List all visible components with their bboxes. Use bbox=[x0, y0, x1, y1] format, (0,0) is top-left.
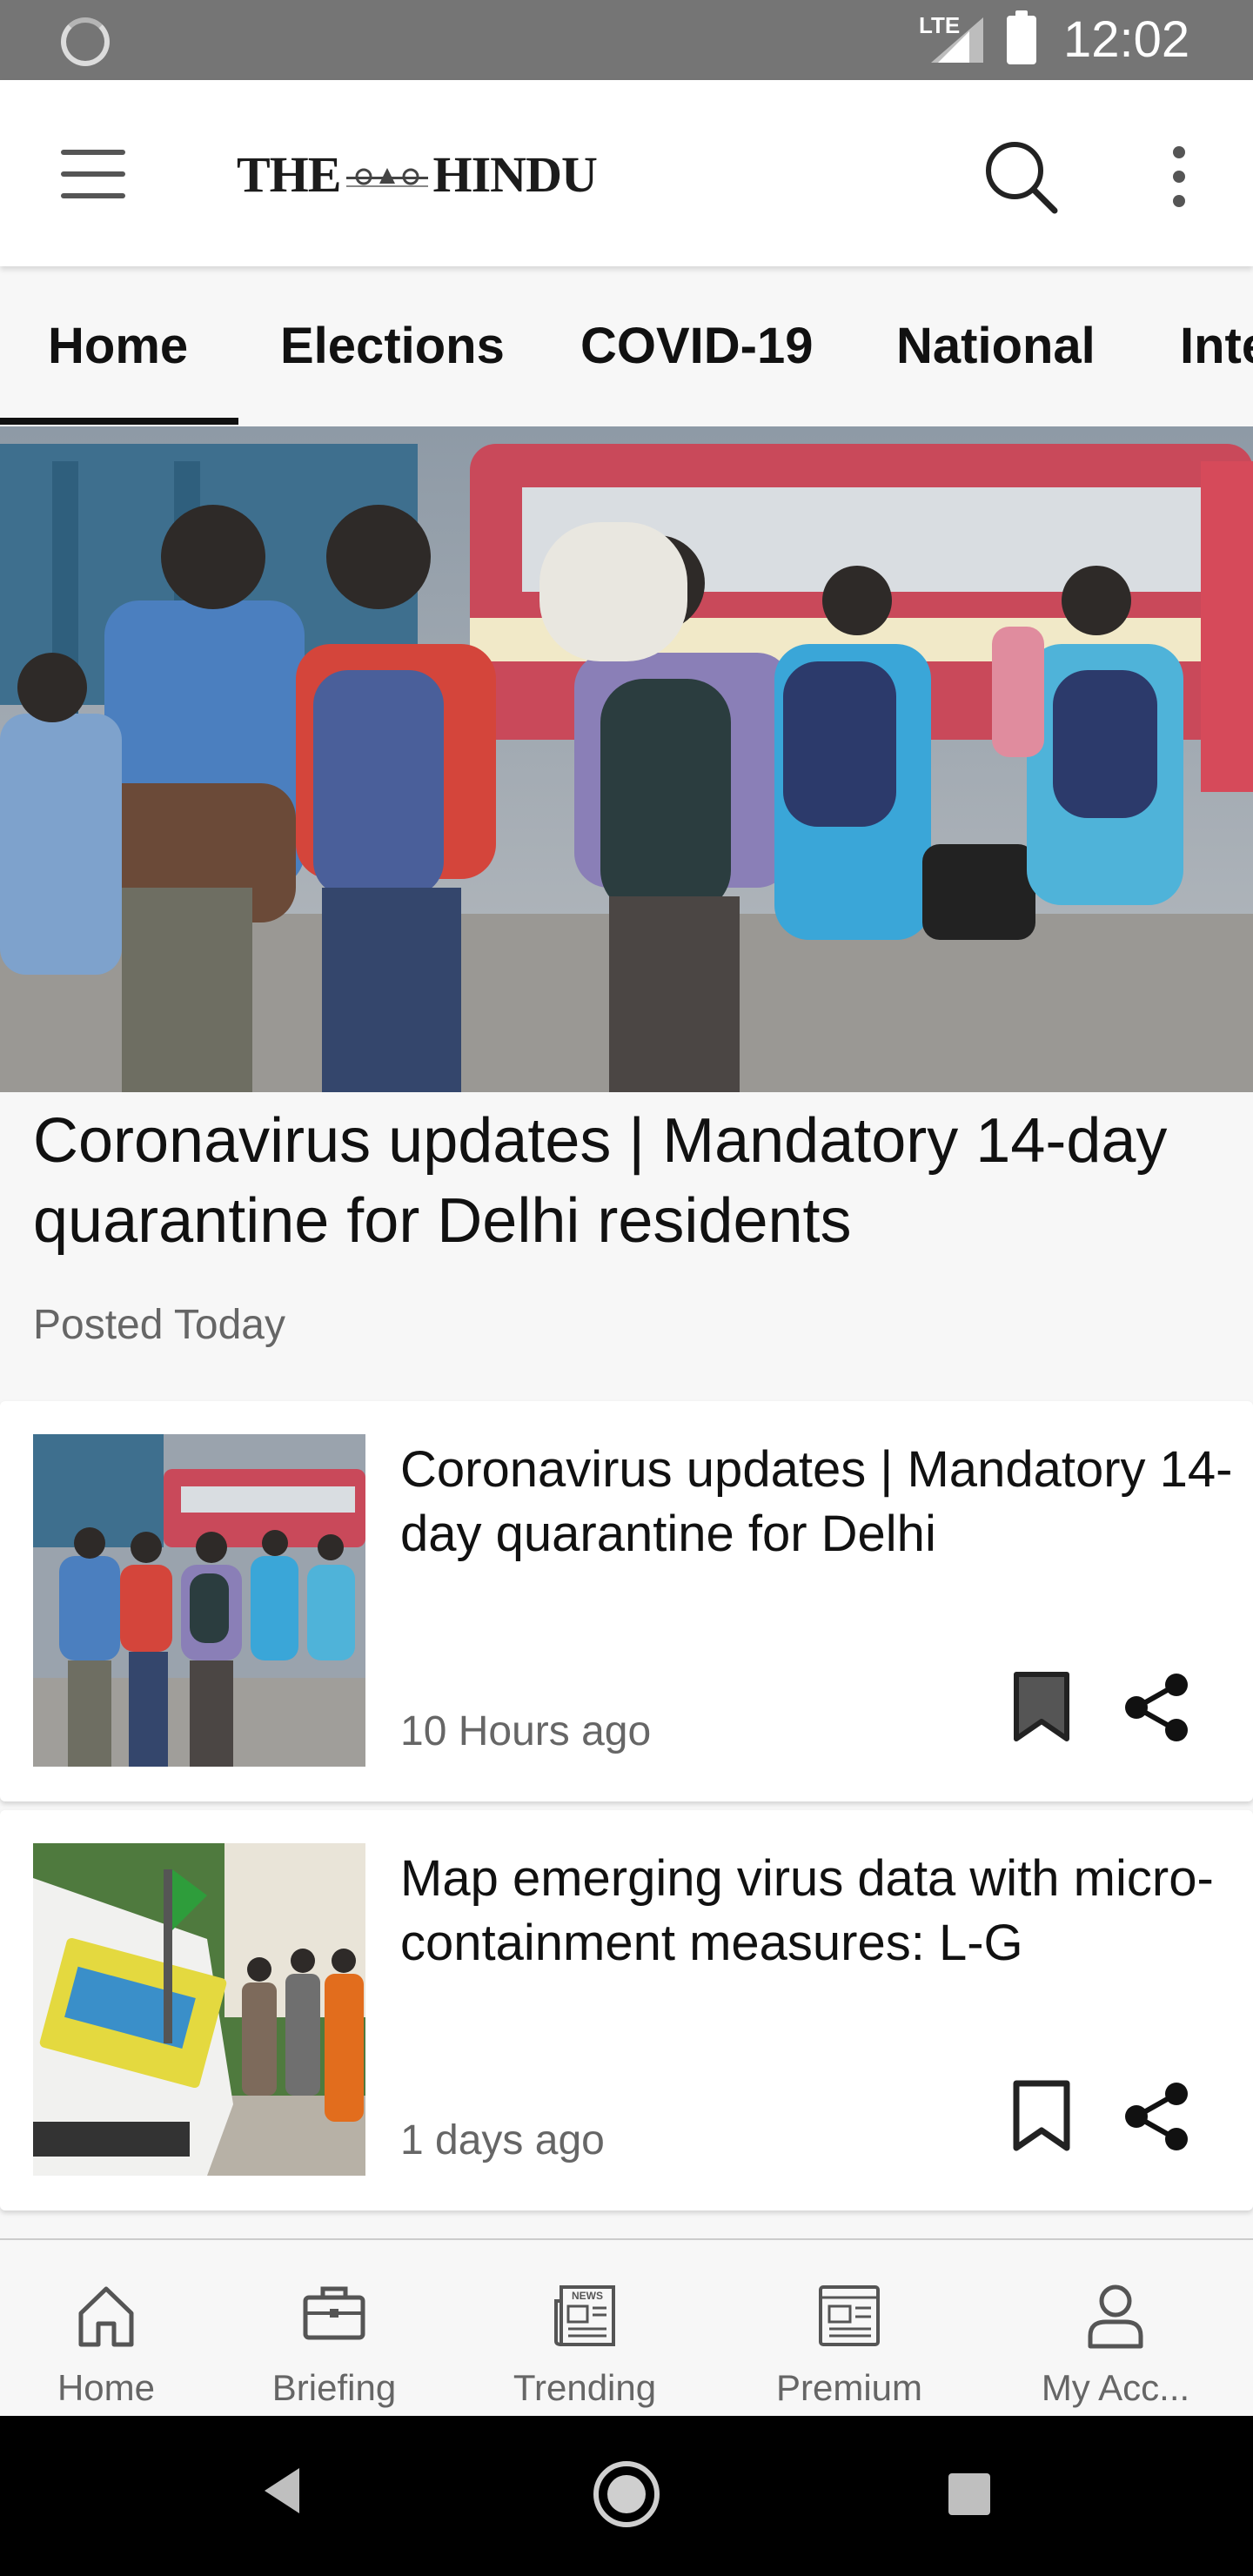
battery-icon bbox=[1007, 10, 1036, 64]
nav-trending[interactable]: NEWS Trending bbox=[489, 2240, 680, 2418]
hero-photo bbox=[0, 426, 1253, 1092]
section-tabs: Home Elections COVID-19 National Inte bbox=[0, 266, 1253, 426]
bottom-navigation: Home Briefing NEWS Trending Premium My A… bbox=[0, 2238, 1253, 2416]
nav-briefing[interactable]: Briefing bbox=[238, 2240, 430, 2418]
article-thumbnail-photo bbox=[33, 1843, 365, 2176]
status-bar: LTE 12:02 bbox=[0, 0, 1253, 80]
menu-icon[interactable] bbox=[61, 150, 125, 198]
bookmark-filled-icon[interactable] bbox=[1011, 1671, 1072, 1742]
nav-briefing-label: Briefing bbox=[271, 2367, 397, 2408]
more-options-icon[interactable] bbox=[1157, 138, 1201, 216]
article-time: 1 days ago bbox=[400, 2117, 605, 2163]
recent-apps-icon[interactable] bbox=[948, 2473, 990, 2515]
bookmark-outline-icon[interactable] bbox=[1011, 2080, 1072, 2151]
status-time: 12:02 bbox=[1063, 11, 1190, 68]
tab-national[interactable]: National bbox=[896, 266, 1096, 426]
nav-trending-label: Trending bbox=[513, 2367, 657, 2408]
article-headline[interactable]: Coronavirus updates | Mandatory 14-day q… bbox=[400, 1438, 1236, 1566]
news-icon: NEWS bbox=[554, 2285, 615, 2346]
nav-my-account[interactable]: My Acc... bbox=[1020, 2240, 1211, 2418]
nav-premium[interactable]: Premium bbox=[754, 2240, 945, 2418]
home-button-icon[interactable] bbox=[593, 2461, 660, 2527]
search-icon[interactable] bbox=[982, 138, 1060, 216]
article-card[interactable]: Map emerging virus data with micro-conta… bbox=[0, 1810, 1253, 2210]
nav-my-account-label: My Acc... bbox=[1041, 2367, 1190, 2408]
tab-home[interactable]: Home bbox=[48, 266, 188, 426]
system-navigation-bar bbox=[0, 2416, 1253, 2576]
article-card[interactable]: Coronavirus updates | Mandatory 14-day q… bbox=[0, 1401, 1253, 1801]
account-icon bbox=[1088, 2284, 1143, 2349]
home-icon bbox=[78, 2286, 134, 2347]
signal-strength-icon bbox=[931, 17, 983, 63]
tab-covid-19[interactable]: COVID-19 bbox=[580, 266, 814, 426]
nav-premium-label: Premium bbox=[775, 2367, 923, 2408]
tab-international[interactable]: Inte bbox=[1180, 266, 1253, 426]
hero-posted-time: Posted Today bbox=[33, 1302, 285, 1348]
app-bar: THE HINDU bbox=[0, 80, 1253, 266]
article-thumbnail-photo bbox=[33, 1434, 365, 1767]
logo-text-left: THE bbox=[237, 145, 341, 203]
logo-text-right: HINDU bbox=[432, 145, 598, 203]
share-icon[interactable] bbox=[1122, 1673, 1192, 1742]
selected-tab-indicator bbox=[0, 418, 238, 425]
tab-elections[interactable]: Elections bbox=[280, 266, 505, 426]
nav-home-label: Home bbox=[57, 2367, 156, 2408]
briefcase-icon bbox=[303, 2286, 365, 2340]
article-headline[interactable]: Map emerging virus data with micro-conta… bbox=[400, 1847, 1236, 1976]
svg-text:NEWS: NEWS bbox=[572, 2290, 603, 2302]
logo-emblem-icon bbox=[345, 168, 428, 187]
article-time: 10 Hours ago bbox=[400, 1708, 652, 1754]
back-icon[interactable] bbox=[261, 2465, 303, 2517]
hero-headline[interactable]: Coronavirus updates | Mandatory 14-day q… bbox=[33, 1101, 1225, 1261]
premium-news-icon bbox=[819, 2285, 880, 2346]
article-thumbnail bbox=[33, 1843, 365, 2176]
loading-spinner-icon bbox=[61, 17, 110, 66]
nav-home[interactable]: Home bbox=[10, 2240, 202, 2418]
app-logo: THE HINDU bbox=[237, 138, 598, 211]
share-icon[interactable] bbox=[1122, 2082, 1192, 2151]
article-thumbnail bbox=[33, 1434, 365, 1767]
hero-image[interactable] bbox=[0, 426, 1253, 1092]
